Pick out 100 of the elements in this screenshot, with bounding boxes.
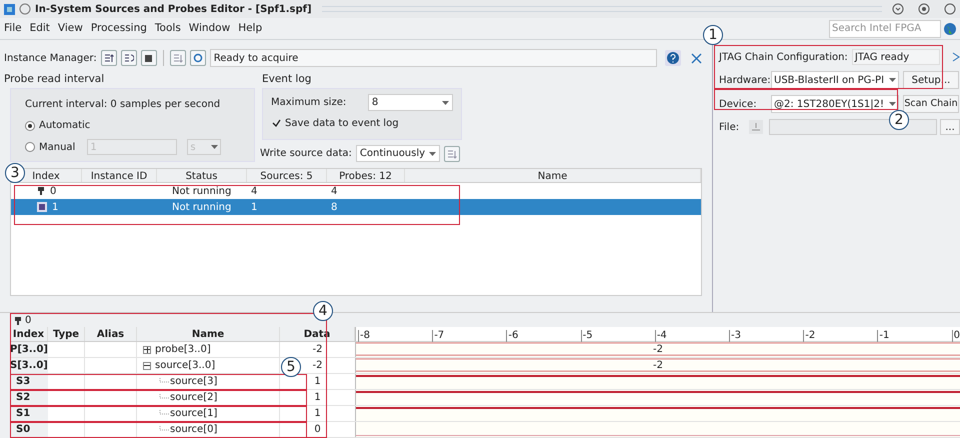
tree-line-icon (159, 378, 169, 386)
table-cell-text: 4 (330, 184, 338, 198)
circle-icon[interactable] (19, 3, 31, 15)
caret-icon (442, 100, 449, 104)
table-cell-text: 0 (50, 184, 56, 198)
write-button[interactable] (444, 146, 460, 162)
menu-item[interactable]: Processing (90, 20, 147, 36)
radio-button[interactable] (25, 120, 35, 130)
instance-label: 0 (25, 314, 32, 328)
caret-icon (889, 102, 896, 106)
data-cell-text: 0 (314, 423, 321, 437)
max-size-label: Maximum size: (271, 96, 348, 110)
radio-label[interactable]: Manual (39, 140, 76, 154)
expand-icon[interactable] (143, 346, 151, 354)
callout-number: 1 (703, 25, 723, 45)
list-down-icon (446, 148, 457, 158)
caret-icon (428, 152, 436, 156)
menu-item[interactable]: Window (188, 20, 230, 36)
column-header[interactable]: Index (32, 169, 60, 182)
caret-icon (889, 78, 896, 82)
menu-item[interactable]: File (4, 20, 22, 36)
checkbox-label[interactable]: Save data to event log (285, 116, 399, 131)
file-label: File: (719, 120, 740, 134)
close-icon[interactable] (691, 52, 702, 64)
checkbox[interactable] (271, 118, 281, 128)
column-header[interactable]: Name (538, 169, 568, 182)
list-loop-icon (124, 53, 134, 63)
column-header[interactable]: Sources: 5 (260, 169, 313, 182)
instance-row[interactable]: 0 Not running 4 4 (11, 183, 701, 199)
radio-button[interactable] (25, 142, 35, 152)
pin-icon (37, 186, 45, 196)
radio-label[interactable]: Automatic (39, 118, 90, 133)
window-title: In-System Sources and Probes Editor - [Spf1.spf] (35, 2, 312, 16)
scan-chain-button[interactable]: Scan Chain (903, 95, 959, 113)
signal-name: source[1] (170, 407, 218, 421)
refresh-button[interactable] (190, 50, 206, 66)
data-cell-text: 1 (314, 407, 321, 421)
wave-value: -2 (653, 343, 663, 357)
list-up-icon (104, 53, 114, 63)
column-header[interactable]: Status (186, 169, 218, 182)
minimize-icon[interactable] (892, 3, 904, 15)
current-interval-text: Current interval: 0 samples per second (25, 98, 222, 112)
globe-icon[interactable] (944, 22, 956, 34)
hardware-dropdown[interactable]: USB-BlasterII on PG-PI (771, 71, 899, 89)
signal-name: source[0] (170, 423, 218, 437)
index-cell: S1 (10, 406, 48, 421)
column-header[interactable]: Type (48, 327, 85, 341)
chip-icon (37, 202, 47, 212)
close-icon[interactable] (944, 3, 956, 15)
table-cell-text: 1 (52, 200, 58, 214)
table-cell-text: 8 (330, 200, 338, 214)
refresh-icon (192, 53, 203, 63)
index-cell: S2 (10, 390, 48, 405)
jtag-label: JTAG Chain Configuration: (719, 50, 848, 64)
signal-name: source[2] (170, 391, 218, 405)
menu-item[interactable]: Help (238, 20, 262, 36)
device-label: Device: (719, 98, 758, 112)
menu-item[interactable]: Tools (154, 20, 181, 36)
instance-row[interactable]: 1 Not running 1 8 (11, 199, 701, 215)
tree-line-icon (159, 394, 169, 402)
browse-button[interactable]: ... (940, 119, 960, 135)
write-source-dropdown[interactable]: Continuously (356, 145, 440, 162)
stop-button[interactable] (140, 50, 157, 66)
jtag-status: JTAG ready (852, 49, 940, 65)
hardware-label: Hardware: (719, 74, 771, 88)
run-once-button[interactable] (100, 50, 117, 66)
column-header[interactable]: Name (137, 327, 280, 341)
signal-name: source[3] (170, 375, 218, 389)
maximize-icon[interactable] (918, 3, 930, 15)
close-icon[interactable] (952, 52, 960, 62)
table-cell-text: Not running (171, 184, 232, 198)
column-header[interactable]: Alias (85, 327, 137, 341)
help-icon[interactable] (665, 50, 681, 66)
data-cell-text: -2 (312, 359, 322, 373)
list-down-icon (172, 53, 183, 63)
wave-value: -2 (653, 359, 663, 373)
app-icon (4, 4, 15, 14)
tree-line-icon (159, 426, 169, 434)
table-cell-text: 1 (250, 200, 258, 214)
menu-item[interactable]: View (58, 20, 83, 36)
device-dropdown[interactable]: @2: 1ST280EY(1S1|2! (771, 95, 899, 113)
signal-name: source[3..0] (155, 359, 216, 373)
max-size-dropdown[interactable]: 8 (368, 94, 453, 111)
continuous-button[interactable] (120, 50, 137, 66)
search-field[interactable]: Search Intel FPGA (829, 20, 941, 38)
tree-line-icon (159, 410, 169, 418)
read-button[interactable] (170, 50, 186, 66)
signal-name: probe[3..0] (155, 343, 211, 357)
caret-icon (211, 145, 218, 149)
menu-item[interactable]: Edit (30, 20, 50, 36)
column-header[interactable]: Instance ID (90, 169, 148, 182)
column-header[interactable]: Probes: 12 (339, 169, 392, 182)
stop-icon (145, 54, 152, 62)
collapse-icon[interactable] (143, 362, 151, 370)
status-field: Ready to acquire (210, 49, 657, 67)
write-source-label: Write source data: (260, 147, 352, 161)
callout-number: 4 (313, 301, 333, 321)
column-header[interactable]: Index (10, 327, 48, 341)
data-cell-text: 1 (314, 391, 321, 405)
index-cell: S0 (10, 422, 48, 437)
